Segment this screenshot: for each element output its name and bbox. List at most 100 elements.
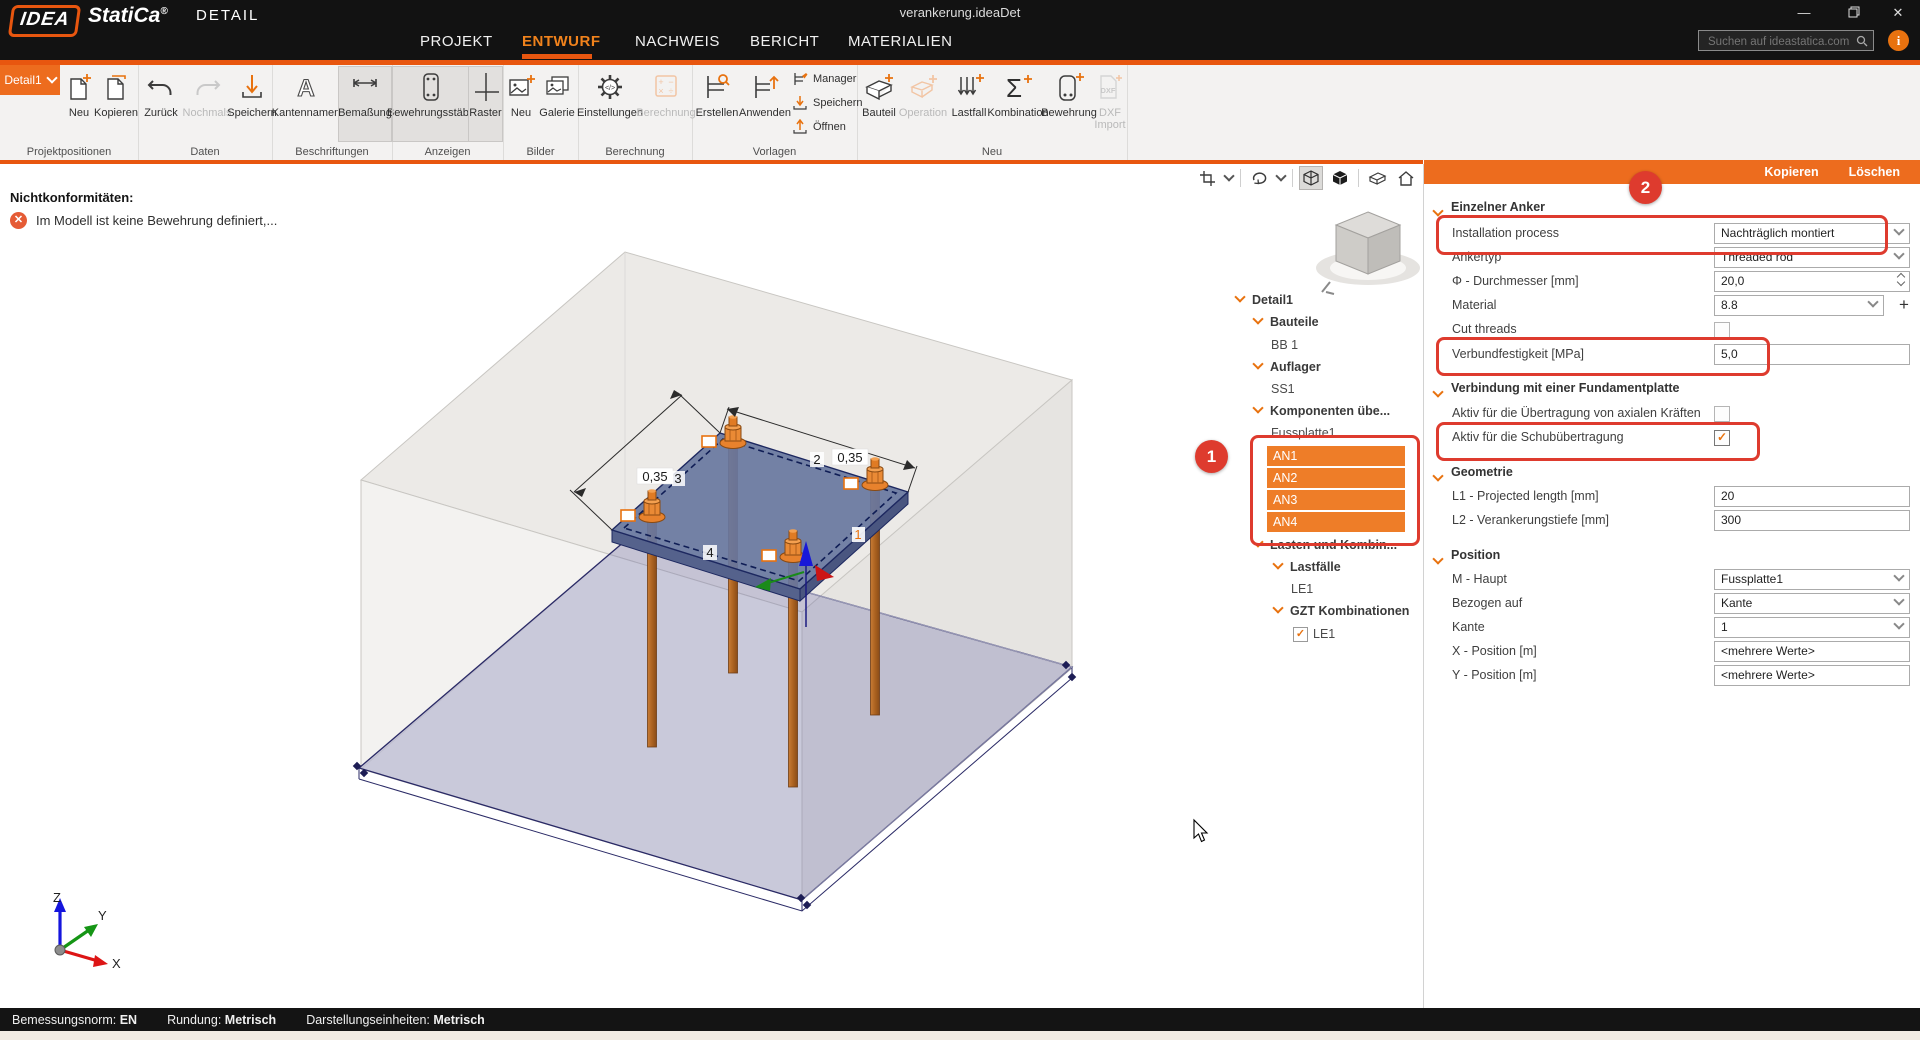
navigation-cube[interactable] bbox=[1316, 212, 1420, 294]
gear-icon: </> bbox=[594, 67, 626, 107]
settings-button[interactable]: </> Einstellungen bbox=[579, 67, 641, 141]
ribbon-group-vorlagen: Erstellen Anwenden Manager Speichern Öff… bbox=[692, 65, 858, 160]
section-position[interactable]: Position bbox=[1451, 545, 1500, 565]
tree-item-komponenten[interactable]: Komponenten übe... bbox=[1270, 401, 1390, 421]
new-reinforcement-button[interactable]: Bewehrung bbox=[1045, 67, 1093, 141]
x-position-input[interactable]: <mehrere Werte> bbox=[1714, 641, 1910, 662]
tree-item-lastfaelle[interactable]: Lastfälle bbox=[1290, 557, 1341, 577]
svg-text:</>: </> bbox=[605, 85, 615, 92]
close-button[interactable]: ✕ bbox=[1876, 0, 1920, 26]
3d-scene[interactable]: 0,35 3 2 0,35 4 1 bbox=[0, 164, 1423, 1008]
template-save-icon bbox=[792, 95, 808, 111]
template-open-button[interactable]: Öffnen bbox=[792, 119, 846, 135]
calculation-button[interactable]: +−×÷ Berechnung bbox=[641, 67, 691, 141]
l1-input[interactable]: 20 bbox=[1714, 486, 1910, 507]
tab-bericht[interactable]: BERICHT bbox=[750, 33, 819, 50]
info-button[interactable]: i bbox=[1888, 30, 1909, 51]
search-input[interactable] bbox=[1698, 30, 1874, 51]
template-search-icon bbox=[701, 67, 733, 107]
section-geometrie[interactable]: Geometrie bbox=[1451, 462, 1513, 482]
edge-names-button[interactable]: A Kantennamen bbox=[273, 67, 339, 141]
section-chevron-icon[interactable] bbox=[1432, 386, 1443, 397]
le1-checkbox[interactable]: ✓ bbox=[1293, 627, 1308, 642]
new-project-item-button[interactable]: Neu bbox=[63, 67, 95, 141]
copy-button[interactable]: Kopieren bbox=[1764, 165, 1818, 179]
title-bar: verankerung.ideaDet — ✕ bbox=[0, 0, 1920, 26]
new-member-button[interactable]: Bauteil bbox=[859, 67, 899, 141]
tree-item-detail1[interactable]: Detail1 bbox=[1252, 290, 1293, 310]
delete-button[interactable]: Löschen bbox=[1849, 165, 1900, 179]
template-manager-button[interactable]: Manager bbox=[792, 71, 856, 87]
y-position-input[interactable]: <mehrere Werte> bbox=[1714, 665, 1910, 686]
tree-item-le1[interactable]: LE1 bbox=[1291, 579, 1313, 599]
diameter-input[interactable]: 20,0 bbox=[1714, 271, 1910, 292]
diameter-label: Φ - Durchmesser [mm] bbox=[1452, 271, 1579, 291]
beam-icon bbox=[862, 67, 896, 107]
restore-button[interactable] bbox=[1832, 0, 1876, 26]
tab-projekt[interactable]: PROJEKT bbox=[420, 33, 493, 50]
gallery-button[interactable]: Galerie bbox=[537, 67, 577, 141]
add-material-button[interactable]: + bbox=[1894, 295, 1914, 315]
spinner-icon[interactable] bbox=[1898, 274, 1904, 285]
chevron-down-icon[interactable] bbox=[1252, 313, 1263, 324]
template-save-button[interactable]: Speichern bbox=[792, 95, 863, 111]
document-title: verankerung.ideaDet bbox=[0, 5, 1920, 20]
cut-threads-checkbox[interactable] bbox=[1714, 322, 1730, 338]
status-bar: Bemessungsnorm: EN Rundung: Metrisch Dar… bbox=[0, 1008, 1920, 1031]
new-document-icon bbox=[64, 67, 94, 107]
axial-transfer-checkbox[interactable] bbox=[1714, 406, 1730, 422]
section-chevron-icon[interactable] bbox=[1432, 470, 1443, 481]
chevron-down-icon[interactable] bbox=[1234, 291, 1245, 302]
section-fundamentplatte[interactable]: Verbindung mit einer Fundamentplatte bbox=[1451, 378, 1680, 398]
section-chevron-icon[interactable] bbox=[1432, 553, 1443, 564]
tree-item-gzt[interactable]: GZT Kombinationen bbox=[1290, 601, 1409, 621]
project-item-selector[interactable]: Detail1 bbox=[0, 65, 60, 95]
chevron-down-icon[interactable] bbox=[1272, 558, 1283, 569]
copy-icon bbox=[101, 67, 131, 107]
chevron-down-icon[interactable] bbox=[1252, 402, 1263, 413]
tree-item-gzt-le1[interactable]: LE1 bbox=[1313, 624, 1335, 644]
statica-logo: StatiCa® bbox=[88, 4, 168, 28]
dxf-import-button[interactable]: DXF DXF Import bbox=[1093, 67, 1127, 141]
material-select[interactable]: 8.8 bbox=[1714, 295, 1884, 316]
tree-item-bauteile[interactable]: Bauteile bbox=[1270, 312, 1319, 332]
undo-button[interactable]: Zurück bbox=[140, 67, 182, 141]
raster-display-button[interactable]: Raster bbox=[469, 67, 502, 141]
new-combination-button[interactable]: Σ Kombination bbox=[991, 67, 1045, 141]
tab-materialien[interactable]: MATERIALIEN bbox=[848, 33, 952, 50]
dimension-button[interactable]: Bemaßung bbox=[339, 67, 391, 141]
search-field[interactable] bbox=[1706, 31, 1855, 52]
m-haupt-select[interactable]: Fussplatte1 bbox=[1714, 569, 1910, 590]
chevron-down-icon[interactable] bbox=[1252, 358, 1263, 369]
new-image-button[interactable]: Neu bbox=[505, 67, 537, 141]
active-tab-underline bbox=[522, 54, 592, 59]
chevron-down-icon bbox=[1867, 296, 1878, 307]
dimension-icon bbox=[348, 67, 382, 107]
kante-select[interactable]: 1 bbox=[1714, 617, 1910, 638]
rebar-display-button[interactable]: Bewehrungsstäbe bbox=[393, 67, 469, 141]
section-einzelner-anker[interactable]: Einzelner Anker bbox=[1451, 197, 1545, 217]
operation-box-icon bbox=[906, 67, 940, 107]
tree-item-ss1[interactable]: SS1 bbox=[1271, 379, 1295, 399]
bezogen-auf-select[interactable]: Kante bbox=[1714, 593, 1910, 614]
template-create-button[interactable]: Erstellen bbox=[694, 67, 740, 141]
minimize-button[interactable]: — bbox=[1782, 0, 1826, 26]
ribbon: Detail1 Neu Kopieren Projektpositionen Z… bbox=[0, 65, 1920, 160]
new-operation-button[interactable]: Operation bbox=[899, 67, 947, 141]
new-loadcase-button[interactable]: Lastfall bbox=[947, 67, 991, 141]
tree-item-auflager[interactable]: Auflager bbox=[1270, 357, 1321, 377]
save-icon bbox=[237, 67, 267, 107]
tab-entwurf[interactable]: ENTWURF bbox=[522, 33, 601, 50]
chevron-down-icon[interactable] bbox=[1272, 602, 1283, 613]
redo-button[interactable]: Nochmals bbox=[182, 67, 232, 141]
tree-item-bb1[interactable]: BB 1 bbox=[1271, 335, 1298, 355]
l2-input[interactable]: 300 bbox=[1714, 510, 1910, 531]
template-apply-icon bbox=[749, 67, 781, 107]
annotation-box-shear bbox=[1436, 422, 1760, 461]
save-button[interactable]: Speichern bbox=[232, 67, 272, 141]
panel-header: Kopieren Löschen bbox=[1424, 160, 1920, 184]
viewport[interactable]: Nichtkonformitäten: ✕ Im Modell ist kein… bbox=[0, 164, 1423, 1008]
tab-nachweis[interactable]: NACHWEIS bbox=[635, 33, 720, 50]
template-apply-button[interactable]: Anwenden bbox=[740, 67, 790, 141]
copy-project-item-button[interactable]: Kopieren bbox=[95, 67, 137, 141]
